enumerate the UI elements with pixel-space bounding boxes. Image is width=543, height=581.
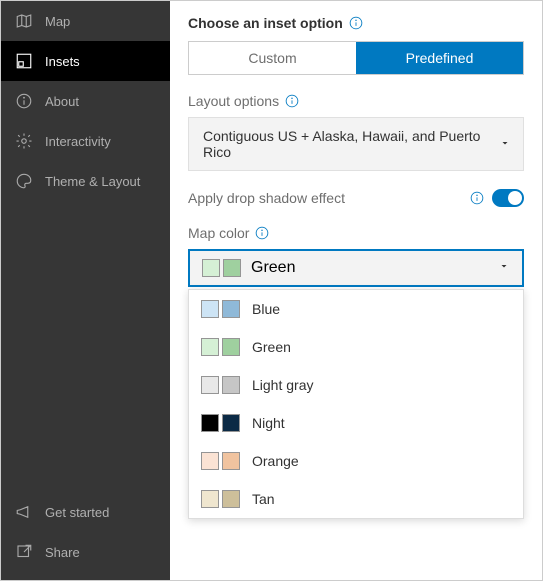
swatch xyxy=(222,452,240,470)
sidebar-item-label: About xyxy=(45,94,79,109)
insets-icon xyxy=(15,52,33,70)
color-option-green[interactable]: Green xyxy=(189,328,523,366)
swatch-pair xyxy=(201,452,240,470)
map-color-value: Green xyxy=(251,259,295,277)
swatch xyxy=(222,300,240,318)
selected-swatch-pair xyxy=(202,259,241,277)
share-icon xyxy=(15,543,33,561)
sidebar-item-about[interactable]: About xyxy=(1,81,170,121)
map-color-select[interactable]: Green xyxy=(188,249,524,287)
sidebar-item-label: Map xyxy=(45,14,70,29)
map-color-label: Map color xyxy=(188,225,249,241)
swatch-pair xyxy=(201,490,240,508)
color-option-night[interactable]: Night xyxy=(189,404,523,442)
swatch xyxy=(222,338,240,356)
info-icon[interactable] xyxy=(255,226,269,240)
swatch xyxy=(202,259,220,277)
swatch-pair xyxy=(201,338,240,356)
swatch xyxy=(201,376,219,394)
sidebar-item-insets[interactable]: Insets xyxy=(1,41,170,81)
toggle-custom[interactable]: Custom xyxy=(189,42,356,74)
color-option-label: Green xyxy=(252,339,291,355)
sidebar: Map Insets About Interactivity Theme & L… xyxy=(1,1,170,580)
layout-options-label-row: Layout options xyxy=(188,93,524,109)
toggle-predefined[interactable]: Predefined xyxy=(356,42,523,74)
swatch xyxy=(222,414,240,432)
color-option-label: Tan xyxy=(252,491,275,507)
swatch xyxy=(201,414,219,432)
swatch xyxy=(222,490,240,508)
color-option-light-gray[interactable]: Light gray xyxy=(189,366,523,404)
swatch xyxy=(201,452,219,470)
swatch xyxy=(222,376,240,394)
color-option-label: Night xyxy=(252,415,285,431)
map-icon xyxy=(15,12,33,30)
sidebar-item-label: Insets xyxy=(45,54,80,69)
sidebar-item-label: Theme & Layout xyxy=(45,174,140,189)
main-panel: Choose an inset option Custom Predefined… xyxy=(170,1,542,580)
swatch-pair xyxy=(201,300,240,318)
sidebar-item-label: Interactivity xyxy=(45,134,111,149)
chevron-down-icon xyxy=(498,259,510,277)
swatch xyxy=(223,259,241,277)
map-color-label-row: Map color xyxy=(188,225,524,241)
swatch-pair xyxy=(201,376,240,394)
drop-shadow-toggle[interactable] xyxy=(492,189,524,207)
swatch-pair xyxy=(201,414,240,432)
chevron-down-icon xyxy=(499,136,511,152)
drop-shadow-controls xyxy=(470,189,524,207)
color-option-label: Light gray xyxy=(252,377,313,393)
sidebar-top: Map Insets About Interactivity Theme & L… xyxy=(1,1,170,492)
color-option-label: Orange xyxy=(252,453,299,469)
choose-inset-title: Choose an inset option xyxy=(188,15,524,31)
info-icon[interactable] xyxy=(285,94,299,108)
palette-icon xyxy=(15,172,33,190)
drop-shadow-label: Apply drop shadow effect xyxy=(188,190,345,206)
drop-shadow-row: Apply drop shadow effect xyxy=(188,189,524,207)
layout-select[interactable]: Contiguous US + Alaska, Hawaii, and Puer… xyxy=(188,117,524,171)
map-color-dropdown: Blue Green Light gray Night Orange Tan xyxy=(188,289,524,519)
sidebar-item-theme-layout[interactable]: Theme & Layout xyxy=(1,161,170,201)
color-option-orange[interactable]: Orange xyxy=(189,442,523,480)
swatch xyxy=(201,338,219,356)
inset-toggle: Custom Predefined xyxy=(188,41,524,75)
swatch xyxy=(201,300,219,318)
sidebar-item-interactivity[interactable]: Interactivity xyxy=(1,121,170,161)
sidebar-item-label: Get started xyxy=(45,505,109,520)
sidebar-item-label: Share xyxy=(45,545,80,560)
info-icon[interactable] xyxy=(470,191,484,205)
choose-inset-label: Choose an inset option xyxy=(188,15,343,31)
toggle-knob xyxy=(508,191,522,205)
color-option-blue[interactable]: Blue xyxy=(189,290,523,328)
sidebar-item-map[interactable]: Map xyxy=(1,1,170,41)
layout-select-value: Contiguous US + Alaska, Hawaii, and Puer… xyxy=(203,128,480,160)
sidebar-item-share[interactable]: Share xyxy=(1,532,170,572)
info-icon[interactable] xyxy=(349,16,363,30)
sidebar-bottom: Get started Share xyxy=(1,492,170,580)
layout-options-label: Layout options xyxy=(188,93,279,109)
about-icon xyxy=(15,92,33,110)
sidebar-item-get-started[interactable]: Get started xyxy=(1,492,170,532)
gear-icon xyxy=(15,132,33,150)
megaphone-icon xyxy=(15,503,33,521)
color-option-label: Blue xyxy=(252,301,280,317)
swatch xyxy=(201,490,219,508)
color-option-tan[interactable]: Tan xyxy=(189,480,523,518)
